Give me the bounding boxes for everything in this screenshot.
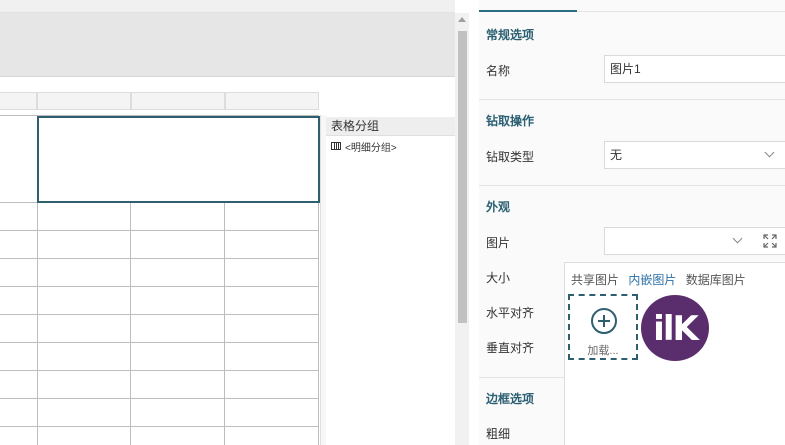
- grid-col-line: [224, 202, 225, 445]
- section-border-title: 边框选项: [486, 392, 535, 406]
- grid-row-line: [0, 370, 319, 371]
- report-designer: 表格分组 <明细分组> 常规选项 名称 图片1 钻取操作 钻取类型 无 外观 图…: [0, 0, 785, 445]
- horizontal-align-label: 水平对齐: [486, 306, 535, 320]
- designer-toolbar: [0, 13, 455, 77]
- detail-group-item[interactable]: <明细分组>: [326, 136, 455, 156]
- load-image-button[interactable]: 加载...: [568, 294, 638, 360]
- column-header-cell[interactable]: [37, 92, 131, 110]
- active-tab-indicator: [479, 10, 577, 12]
- image-source-tabs: 共享图片 内嵌图片 数据库图片: [571, 271, 752, 288]
- name-label: 名称: [486, 64, 511, 78]
- load-image-label: 加载...: [587, 345, 619, 357]
- top-strip: [0, 0, 455, 13]
- image-select[interactable]: [604, 227, 785, 255]
- grid-row-line: [0, 398, 319, 399]
- chevron-down-icon: [764, 147, 775, 158]
- table-icon: [331, 142, 341, 150]
- section-appearance-title: 外观: [486, 200, 511, 214]
- image-picker-popup: 共享图片 内嵌图片 数据库图片 加载... ilK: [564, 262, 785, 445]
- selected-image-cell[interactable]: [37, 116, 320, 203]
- vertical-align-label: 垂直对齐: [486, 341, 535, 355]
- border-thickness-label: 粗细: [486, 427, 511, 441]
- grid-row-line: [0, 342, 319, 343]
- tab-embedded-images[interactable]: 内嵌图片: [628, 273, 676, 287]
- vertical-scrollbar[interactable]: [455, 13, 469, 445]
- scroll-up-arrow-icon[interactable]: [458, 17, 466, 22]
- tab-shared-images[interactable]: 共享图片: [571, 273, 619, 287]
- name-field[interactable]: 图片1: [604, 55, 785, 83]
- column-header-cell[interactable]: [0, 92, 37, 110]
- scroll-thumb[interactable]: [458, 31, 467, 323]
- tab-database-images[interactable]: 数据库图片: [686, 273, 746, 287]
- detail-group-label: <明细分组>: [345, 142, 397, 154]
- group-panel-header: 表格分组: [326, 117, 455, 136]
- section-drill-title: 钻取操作: [486, 114, 535, 128]
- section-divider: [479, 99, 785, 100]
- section-divider: [479, 185, 785, 186]
- chevron-down-icon: [732, 233, 743, 244]
- drill-type-select[interactable]: 无: [604, 141, 785, 169]
- column-header-cell[interactable]: [131, 92, 225, 110]
- expand-icon[interactable]: [763, 234, 777, 248]
- grid-col-line: [130, 202, 131, 445]
- size-label: 大小: [486, 271, 511, 285]
- add-circle-icon: [591, 308, 617, 334]
- grid-row-line: [0, 426, 319, 427]
- grid-row-line: [0, 286, 319, 287]
- grid-row-line: [0, 230, 319, 231]
- embedded-image-thumbnail[interactable]: ilK: [641, 295, 709, 361]
- section-general-title: 常规选项: [486, 28, 535, 42]
- drill-type-label: 钻取类型: [486, 150, 535, 164]
- grid-row-line: [0, 314, 319, 315]
- column-header-cell[interactable]: [225, 92, 319, 110]
- logo-text: ilK: [653, 309, 699, 349]
- grid-row-line: [0, 258, 319, 259]
- image-label: 图片: [486, 236, 511, 250]
- table-group-panel: 表格分组 <明细分组>: [326, 117, 455, 445]
- drill-type-value: 无: [610, 148, 623, 162]
